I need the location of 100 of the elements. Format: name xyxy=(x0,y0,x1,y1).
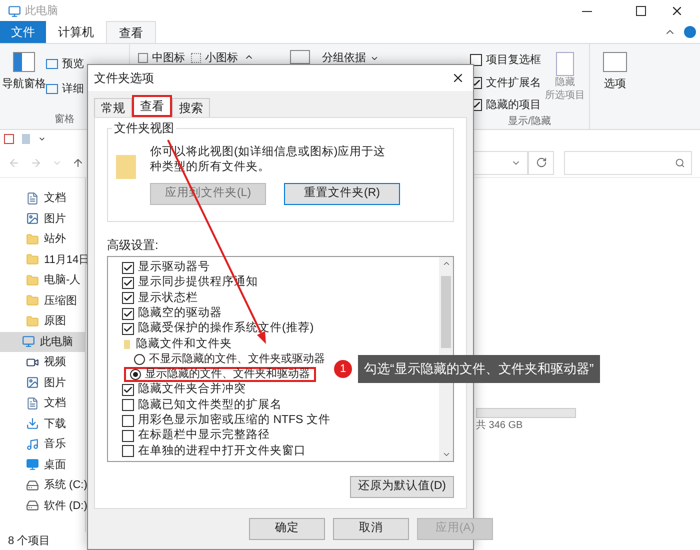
checkbox[interactable] xyxy=(122,262,134,274)
nav-item[interactable]: 站外 xyxy=(0,229,85,250)
nav-item[interactable]: 文档 xyxy=(0,393,85,414)
nav-item[interactable]: 电脑-人 xyxy=(0,270,85,290)
nav-item[interactable]: 图片 xyxy=(0,372,85,393)
medium-icons-button[interactable]: 中图标 xyxy=(138,50,185,66)
advanced-settings-label: 高级设置: xyxy=(107,237,160,254)
drive-info: 共 346 GB xyxy=(476,418,524,433)
nav-item[interactable]: 软件 (D:) xyxy=(0,496,85,516)
folder-icon xyxy=(26,253,39,266)
group-label: 窗格 xyxy=(54,112,74,127)
small-icons-button[interactable]: 小图标 xyxy=(191,50,238,66)
setting-label: 用彩色显示加密或压缩的 NTFS 文件 xyxy=(138,412,330,428)
setting-label: 显示驱动器号 xyxy=(138,260,210,276)
download-icon xyxy=(26,417,39,430)
desktop-icon xyxy=(26,458,39,472)
navigation-pane-icon xyxy=(13,52,35,72)
ribbon-tab[interactable]: 计算机 xyxy=(46,21,106,43)
group-by-button[interactable]: 分组依据 xyxy=(322,50,379,66)
checkbox[interactable] xyxy=(122,322,134,335)
file-tab[interactable]: 文件 xyxy=(0,21,46,43)
checkbox-label: 文件扩展名 xyxy=(486,76,541,90)
checkbox[interactable] xyxy=(122,308,134,320)
checkbox[interactable] xyxy=(470,54,482,66)
checkbox[interactable] xyxy=(122,414,134,427)
folder-icon xyxy=(116,155,136,179)
music-icon xyxy=(26,438,39,451)
details-pane-button[interactable]: 详细 xyxy=(62,80,84,97)
setting-label: 显示隐藏的文件、文件夹和驱动器 xyxy=(145,366,310,382)
up-icon[interactable] xyxy=(72,156,84,168)
drive-icon xyxy=(26,499,39,512)
folder-icon xyxy=(124,340,130,349)
nav-item[interactable]: 图片 xyxy=(0,208,85,229)
help-icon[interactable] xyxy=(684,26,696,38)
status-text: 8 个项目 xyxy=(8,534,50,549)
nav-item[interactable]: 原图 xyxy=(0,311,85,332)
restore-defaults-button[interactable]: 还原为默认值(D) xyxy=(350,476,454,498)
checkbox-label: 隐藏的项目 xyxy=(486,98,541,113)
setting-label: 显示状态栏 xyxy=(138,290,198,306)
refresh-icon xyxy=(536,157,546,168)
nav-item[interactable]: 音乐 xyxy=(0,434,85,454)
navigation-pane-button[interactable]: 导航窗格 xyxy=(2,76,46,92)
checkbox[interactable] xyxy=(122,445,134,458)
checkbox-label: 项目复选框 xyxy=(486,53,541,68)
document-icon xyxy=(26,192,39,205)
nav-item[interactable]: 系统 (C:) xyxy=(0,475,85,496)
drive-icon xyxy=(26,478,39,492)
callout-text: 勾选“显示隐藏的文件、文件夹和驱动器” xyxy=(358,355,600,383)
reset-folders-button[interactable]: 重置文件夹(R) xyxy=(284,183,400,205)
page-icon xyxy=(556,52,574,76)
document-icon xyxy=(26,396,39,410)
dialog-button[interactable]: 确定 xyxy=(249,518,325,540)
nav-item[interactable]: 桌面 xyxy=(0,454,85,475)
nav-item[interactable]: 压缩图 xyxy=(0,290,85,311)
setting-label: 在单独的进程中打开文件夹窗口 xyxy=(138,443,306,459)
nav-item[interactable]: 文档 xyxy=(0,188,85,208)
folder-icon xyxy=(26,232,39,246)
setting-label: 不显示隐藏的文件、文件夹或驱动器 xyxy=(149,352,325,368)
options-icon xyxy=(603,52,627,72)
nav-item[interactable]: 视频 xyxy=(0,352,85,372)
nav-item[interactable]: 此电脑 xyxy=(0,332,85,352)
refresh-button[interactable] xyxy=(528,150,554,174)
properties-icon[interactable] xyxy=(4,134,14,144)
video-icon xyxy=(26,356,39,369)
dialog-button[interactable]: 取消 xyxy=(333,518,409,540)
radio-button[interactable] xyxy=(130,369,141,380)
setting-label: 隐藏空的驱动器 xyxy=(138,305,222,321)
preview-pane-button[interactable]: 预览 xyxy=(62,56,84,72)
setting-label: 隐藏文件夹合并冲突 xyxy=(138,381,246,398)
folder-icon xyxy=(26,294,39,308)
group-label: 显示/隐藏 xyxy=(507,114,552,128)
close-icon[interactable] xyxy=(451,71,465,85)
options-button[interactable]: 选项 xyxy=(604,76,626,92)
nav-item[interactable]: 下载 xyxy=(0,414,85,434)
maximize-button[interactable] xyxy=(636,6,646,16)
folder-icon xyxy=(26,274,39,287)
caret-icon[interactable] xyxy=(38,135,46,143)
group-title: 文件夹视图 xyxy=(112,121,176,136)
checkbox[interactable] xyxy=(122,292,134,304)
search-field[interactable] xyxy=(564,150,692,174)
picture-icon xyxy=(26,212,39,226)
pane-icon xyxy=(46,84,58,94)
search-icon xyxy=(675,158,685,168)
ribbon-tab[interactable]: 查看 xyxy=(106,21,156,43)
checkbox[interactable] xyxy=(122,384,134,396)
computer-icon xyxy=(8,4,21,18)
checkbox[interactable] xyxy=(122,430,134,442)
setting-label: 隐藏已知文件类型的扩展名 xyxy=(138,397,282,413)
setting-label: 隐藏文件和文件夹 xyxy=(136,336,232,352)
picture-icon xyxy=(26,376,39,390)
dialog-tab[interactable]: 查看 xyxy=(132,95,172,117)
computer-icon xyxy=(22,335,35,348)
dialog-tab[interactable]: 常规 xyxy=(94,98,132,117)
close-icon[interactable] xyxy=(670,4,684,18)
scroll-down-icon[interactable] xyxy=(442,450,450,459)
checkbox[interactable] xyxy=(122,399,134,412)
radio-button[interactable] xyxy=(134,354,145,365)
dialog-tab[interactable]: 搜索 xyxy=(172,98,210,117)
checkbox[interactable] xyxy=(122,276,134,289)
folder-icon xyxy=(26,314,39,328)
